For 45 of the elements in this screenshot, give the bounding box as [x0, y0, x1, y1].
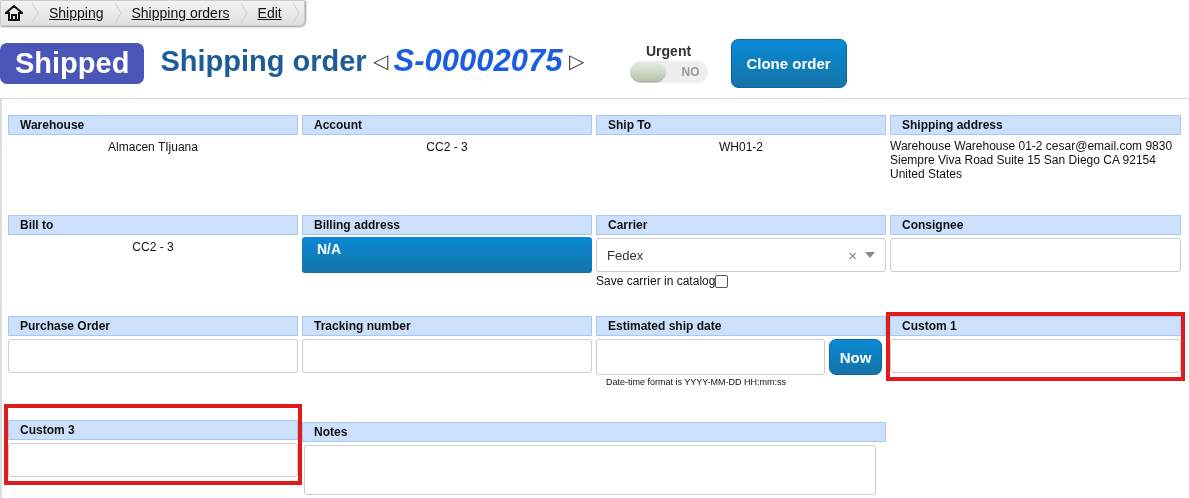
carrier-select[interactable]: Fedex × — [596, 238, 886, 272]
status-badge: Shipped — [0, 42, 145, 84]
breadcrumb-link[interactable]: Shipping — [45, 5, 108, 21]
field-label: Warehouse — [8, 115, 298, 135]
field-label: Estimated ship date — [596, 316, 886, 336]
input-field[interactable] — [8, 339, 298, 373]
urgent-label: Urgent — [646, 43, 692, 59]
field-label: Tracking number — [302, 316, 592, 336]
field-value: WH01-2 — [718, 140, 764, 154]
clear-icon[interactable]: × — [848, 246, 857, 264]
caret-icon — [865, 252, 875, 258]
field-label: Consignee — [890, 215, 1181, 235]
page-title: Shipping order — [160, 44, 367, 78]
checkbox-label: Save carrier in catalog — [596, 274, 716, 288]
field-label: Shipping address — [890, 115, 1181, 135]
clone-order-button[interactable]: Clone order — [730, 38, 847, 88]
notes-field[interactable] — [304, 445, 876, 495]
billing-address-button[interactable]: N/A — [302, 237, 592, 273]
date-field[interactable] — [596, 339, 825, 375]
input-field[interactable] — [890, 339, 1181, 373]
field-label: Bill to — [8, 215, 298, 235]
field-label: Custom 3 — [8, 420, 298, 440]
field-label: Custom 1 — [890, 316, 1181, 336]
format-hint: Date-time format is YYYY-MM-DD HH:mm:ss — [606, 377, 788, 387]
field-value: Almacen TIjuana — [107, 140, 199, 154]
breadcrumb-link[interactable]: Edit — [253, 5, 286, 21]
field-label: Ship To — [596, 115, 886, 135]
address-text: Warehouse Warehouse 01-2 cesar@email.com 9830 Siempre Viva Road Suite 15 San Diego CA 92154 United States — [890, 139, 1174, 181]
breadcrumb-link[interactable]: Shipping orders — [127, 5, 234, 21]
now-button[interactable]: Now — [829, 339, 882, 375]
field-value: CC2 - 3 — [425, 140, 469, 154]
previous-button[interactable]: ◁ — [372, 49, 388, 73]
input-field[interactable] — [302, 339, 592, 373]
field-label: Account — [302, 115, 592, 135]
home-icon[interactable] — [5, 5, 23, 21]
save-carrier-checkbox[interactable] — [715, 274, 729, 288]
field-value: CC2 - 3 — [131, 240, 175, 254]
input-field[interactable] — [890, 238, 1181, 272]
next-button[interactable]: ▷ — [568, 49, 584, 73]
field-label: Purchase Order — [8, 316, 298, 336]
order-number: S-00002075 — [393, 43, 563, 79]
field-label: Notes — [302, 422, 886, 442]
field-label: Carrier — [596, 215, 886, 235]
input-field[interactable] — [8, 443, 298, 477]
field-label: Billing address — [302, 215, 592, 235]
